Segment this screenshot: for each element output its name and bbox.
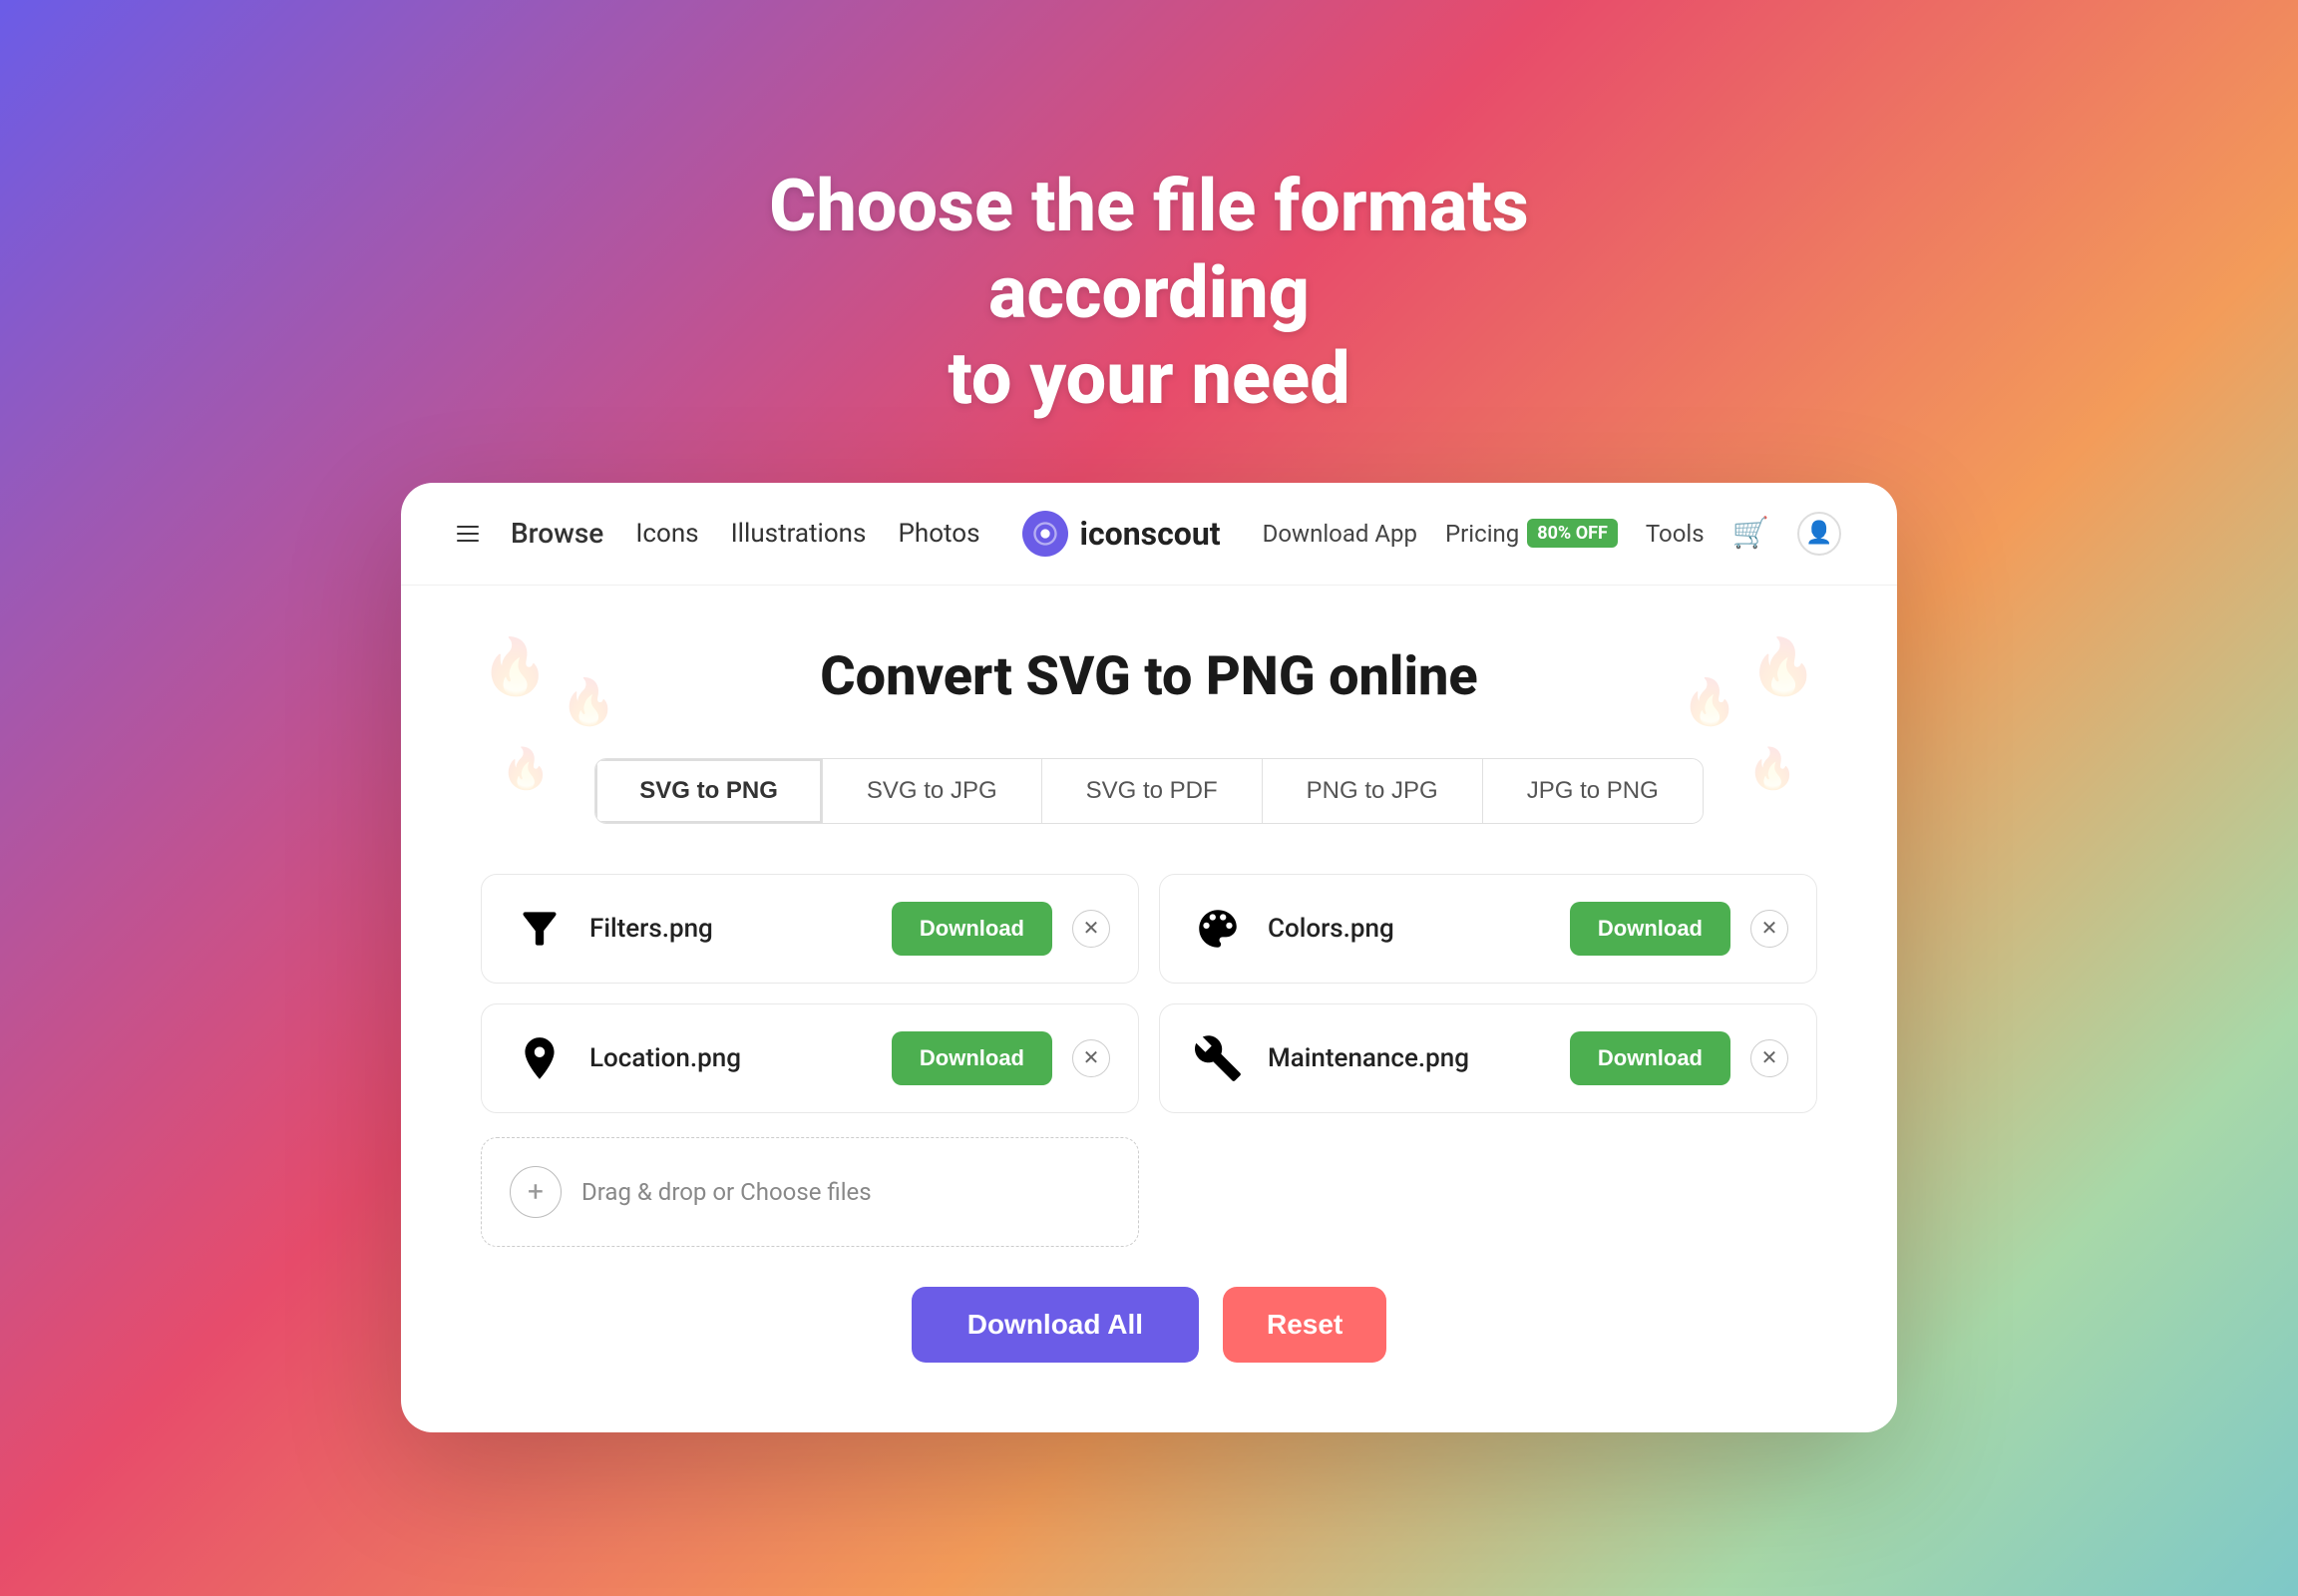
remove-colors-btn[interactable]: ✕: [1750, 910, 1788, 948]
location-icon: [510, 1028, 570, 1088]
download-app-link[interactable]: Download App: [1263, 520, 1417, 548]
fire-deco-tl3: 🔥: [501, 745, 551, 792]
fire-deco-tl1: 🔥: [481, 635, 549, 699]
filters-filename: Filters.png: [589, 914, 872, 944]
nav-left: Browse Icons Illustrations Photos: [457, 517, 980, 550]
logo-icon: [1022, 511, 1068, 557]
nav-right: Download App Pricing 80% OFF Tools 🛒 👤: [1263, 512, 1841, 556]
off-badge: 80% OFF: [1527, 519, 1618, 548]
drop-zone-label: Drag & drop or Choose files: [581, 1178, 872, 1206]
colors-filename: Colors.png: [1268, 914, 1550, 944]
maintenance-filename: Maintenance.png: [1268, 1043, 1550, 1073]
browse-label[interactable]: Browse: [511, 517, 603, 550]
remove-maintenance-btn[interactable]: ✕: [1750, 1039, 1788, 1077]
fire-deco-tr2: 🔥: [1682, 675, 1737, 728]
format-tabs: SVG to PNG SVG to JPG SVG to PDF PNG to …: [594, 758, 1704, 824]
nav-links: Icons Illustrations Photos: [635, 519, 979, 549]
nav-center: iconscout: [980, 511, 1263, 557]
main-content: 🔥 🔥 🔥 🔥 🔥 🔥 Convert SVG to PNG online SV…: [401, 586, 1897, 1432]
tab-jpg-to-png[interactable]: JPG to PNG: [1483, 759, 1703, 823]
filters-icon: [510, 899, 570, 959]
file-row-colors: Colors.png Download ✕: [1159, 874, 1817, 984]
pricing-section: Pricing 80% OFF: [1445, 519, 1618, 548]
reset-button[interactable]: Reset: [1223, 1287, 1386, 1363]
fire-deco-tl2: 🔥: [561, 675, 616, 728]
fire-deco-tr3: 🔥: [1747, 745, 1797, 792]
download-all-button[interactable]: Download All: [912, 1287, 1199, 1363]
hamburger-menu[interactable]: [457, 526, 479, 542]
remove-filters-btn[interactable]: ✕: [1072, 910, 1110, 948]
nav-link-illustrations[interactable]: Illustrations: [731, 519, 867, 549]
file-grid: Filters.png Download ✕ Colors.png Downlo…: [481, 874, 1817, 1113]
navbar: Browse Icons Illustrations Photos iconsc…: [401, 483, 1897, 586]
drop-zone[interactable]: + Drag & drop or Choose files: [481, 1137, 1139, 1247]
file-row-location: Location.png Download ✕: [481, 1003, 1139, 1113]
bottom-actions: Download All Reset: [481, 1287, 1817, 1363]
location-filename: Location.png: [589, 1043, 872, 1073]
colors-icon: [1188, 899, 1248, 959]
download-colors-btn[interactable]: Download: [1570, 902, 1730, 956]
remove-location-btn[interactable]: ✕: [1072, 1039, 1110, 1077]
tab-svg-to-jpg[interactable]: SVG to JPG: [823, 759, 1042, 823]
cart-icon[interactable]: 🛒: [1732, 516, 1769, 551]
avatar[interactable]: 👤: [1797, 512, 1841, 556]
plus-circle-icon: +: [510, 1166, 562, 1218]
main-card: Browse Icons Illustrations Photos iconsc…: [401, 483, 1897, 1432]
tab-png-to-jpg[interactable]: PNG to JPG: [1263, 759, 1483, 823]
maintenance-icon: [1188, 1028, 1248, 1088]
download-filters-btn[interactable]: Download: [892, 902, 1052, 956]
file-row-filters: Filters.png Download ✕: [481, 874, 1139, 984]
hero-title: Choose the file formats according to you…: [650, 164, 1648, 422]
download-location-btn[interactable]: Download: [892, 1031, 1052, 1085]
logo-text: iconscout: [1080, 515, 1221, 553]
fire-deco-tr1: 🔥: [1749, 635, 1817, 699]
download-maintenance-btn[interactable]: Download: [1570, 1031, 1730, 1085]
page-title: Convert SVG to PNG online: [481, 645, 1817, 708]
nav-link-photos[interactable]: Photos: [898, 519, 979, 549]
tools-link[interactable]: Tools: [1646, 520, 1705, 548]
file-row-maintenance: Maintenance.png Download ✕: [1159, 1003, 1817, 1113]
pricing-link[interactable]: Pricing: [1445, 520, 1519, 548]
tab-svg-to-pdf[interactable]: SVG to PDF: [1042, 759, 1263, 823]
nav-link-icons[interactable]: Icons: [635, 519, 698, 549]
tab-svg-to-png[interactable]: SVG to PNG: [595, 759, 823, 823]
